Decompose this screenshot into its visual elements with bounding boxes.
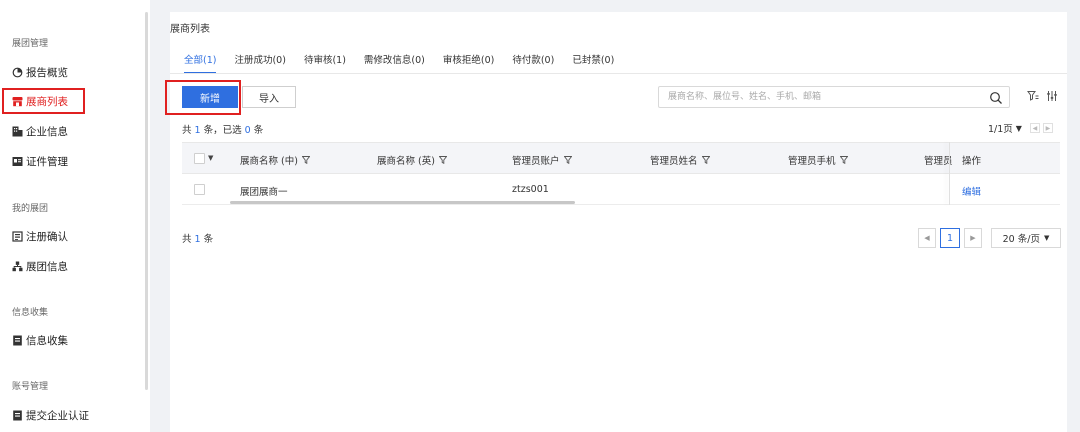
doc-icon <box>12 410 23 421</box>
sidebar-item-label: 证件管理 <box>26 155 68 168</box>
filter-icon[interactable] <box>563 156 572 164</box>
import-button[interactable]: 导入 <box>242 86 296 108</box>
sidebar-item-credentials[interactable]: 证件管理 <box>12 151 68 171</box>
total-prefix: 共 <box>182 234 192 245</box>
selection-summary: 共 1 条，已选 0 条 <box>182 122 263 136</box>
column-header-label: 管理员手机 <box>788 156 836 167</box>
add-button-highlight-box <box>165 80 241 115</box>
sidebar-item-report-overview[interactable]: 报告概览 <box>12 62 68 82</box>
page-size-select[interactable]: 20 条/页 ▼ <box>991 228 1061 248</box>
sidebar: 展团管理 报告概览 展商列表 企业信息 证件管理 我的展团 注册确认 展团信息 … <box>0 0 150 432</box>
tab-banned[interactable]: 已封禁(0) <box>572 52 614 74</box>
filter-settings-icon[interactable] <box>1027 90 1039 102</box>
sidebar-scrollbar[interactable] <box>145 12 148 390</box>
sidebar-group-title: 我的展团 <box>12 204 49 214</box>
sidebar-item-submit-certification[interactable]: 提交企业认证 <box>12 405 89 425</box>
sidebar-item-company-info[interactable]: 企业信息 <box>12 121 68 141</box>
sidebar-item-label: 信息收集 <box>26 334 68 347</box>
column-header-admin-phone[interactable]: 管理员手机 <box>788 153 848 167</box>
sidebar-item-label: 企业信息 <box>26 125 68 138</box>
search-box <box>658 86 1010 108</box>
main-panel: 展商列表 全部(1) 注册成功(0) 待审核(1) 需修改信息(0) 审核拒绝(… <box>165 12 1067 432</box>
column-header-label: 操作 <box>962 156 982 167</box>
caret-down-icon[interactable]: ▼ <box>208 154 213 162</box>
summary-mid: 条，已选 <box>203 125 242 136</box>
sidebar-item-label: 提交企业认证 <box>26 409 89 422</box>
summary-prefix: 共 <box>182 125 192 136</box>
edit-link[interactable]: 编辑 <box>962 184 981 198</box>
register-icon <box>12 230 23 242</box>
prev-page-icon[interactable]: ◀ <box>1029 123 1040 133</box>
page-size-label: 20 条/页 <box>1002 234 1040 245</box>
tabs-divider <box>170 73 1067 74</box>
summary-selected: 0 <box>244 125 251 136</box>
tab-pending-review[interactable]: 待审核(1) <box>304 52 346 74</box>
sidebar-item-label: 注册确认 <box>26 230 68 243</box>
fixed-column-divider <box>949 142 950 205</box>
sidebar-item-info-collection[interactable]: 信息收集 <box>12 330 68 350</box>
column-header-label: 展商名称 (中) <box>240 156 298 167</box>
page-number-button[interactable]: 1 <box>940 228 960 248</box>
column-header-actions: 操作 <box>962 153 981 167</box>
sidebar-group-title: 信息收集 <box>12 308 49 318</box>
next-page-icon[interactable]: ▶ <box>964 228 982 248</box>
sidebar-item-label: 报告概览 <box>26 66 68 79</box>
building-icon <box>12 126 23 137</box>
doc-icon <box>12 335 23 346</box>
column-header-admin-account[interactable]: 管理员账户 <box>512 153 572 167</box>
prev-page-icon[interactable]: ◀ <box>918 228 936 248</box>
org-icon <box>12 261 23 272</box>
total-suffix: 条 <box>203 234 214 245</box>
sidebar-item-group-info[interactable]: 展团信息 <box>12 256 68 276</box>
sidebar-group-title: 展团管理 <box>12 39 49 49</box>
total-number: 1 <box>194 234 201 245</box>
caret-down-icon: ▼ <box>1043 234 1050 242</box>
total-count: 共 1 条 <box>182 231 213 245</box>
cell-admin-account: ztzs001 <box>512 184 549 195</box>
sidebar-item-highlight-box <box>2 88 85 114</box>
status-tabs: 全部(1) 注册成功(0) 待审核(1) 需修改信息(0) 审核拒绝(0) 待付… <box>184 52 632 74</box>
page-indicator[interactable]: 1/1页 <box>988 121 1013 135</box>
table-horizontal-scrollbar[interactable] <box>230 201 575 204</box>
sidebar-group-title: 账号管理 <box>12 382 49 392</box>
column-header-admin-name[interactable]: 管理员姓名 <box>650 153 710 167</box>
column-header-name-cn[interactable]: 展商名称 (中) <box>240 153 310 167</box>
chart-pie-icon <box>12 67 23 78</box>
tab-all[interactable]: 全部(1) <box>184 52 217 74</box>
page-title: 展商列表 <box>170 24 210 35</box>
table-header: ▼ 展商名称 (中) 展商名称 (英) 管理员账户 管理员姓名 管理员手机 管理… <box>182 142 1060 174</box>
column-header-label: 管理员账户 <box>512 156 560 167</box>
column-header-admin-extra[interactable]: 管理员 <box>924 153 960 167</box>
filter-icon[interactable] <box>839 156 848 164</box>
id-card-icon <box>12 156 23 167</box>
column-header-label: 管理员姓名 <box>650 156 698 167</box>
select-all-checkbox[interactable] <box>194 153 205 164</box>
column-header-name-en[interactable]: 展商名称 (英) <box>377 153 447 167</box>
tab-registered[interactable]: 注册成功(0) <box>234 52 285 74</box>
caret-down-icon[interactable]: ▼ <box>1016 124 1022 133</box>
row-checkbox[interactable] <box>194 184 205 195</box>
summary-count: 1 <box>194 125 201 136</box>
tab-needs-revision[interactable]: 需修改信息(0) <box>364 52 425 74</box>
summary-suffix: 条 <box>253 125 264 136</box>
column-header-label: 展商名称 (英) <box>377 156 435 167</box>
sidebar-item-label: 展团信息 <box>26 260 68 273</box>
tab-rejected[interactable]: 审核拒绝(0) <box>443 52 494 74</box>
column-settings-icon[interactable] <box>1046 90 1058 102</box>
pager-top: 1/1页 ▼ ◀ ▶ <box>988 121 1053 135</box>
filter-icon[interactable] <box>701 156 710 164</box>
cell-name-cn: 展团展商一 <box>240 187 288 198</box>
filter-icon[interactable] <box>301 156 310 164</box>
sidebar-item-register-confirm[interactable]: 注册确认 <box>12 226 68 246</box>
search-input[interactable] <box>659 87 979 107</box>
filter-icon[interactable] <box>438 156 447 164</box>
tab-pending-payment[interactable]: 待付款(0) <box>512 52 554 74</box>
search-icon[interactable] <box>989 91 1003 105</box>
next-page-icon[interactable]: ▶ <box>1042 123 1053 133</box>
